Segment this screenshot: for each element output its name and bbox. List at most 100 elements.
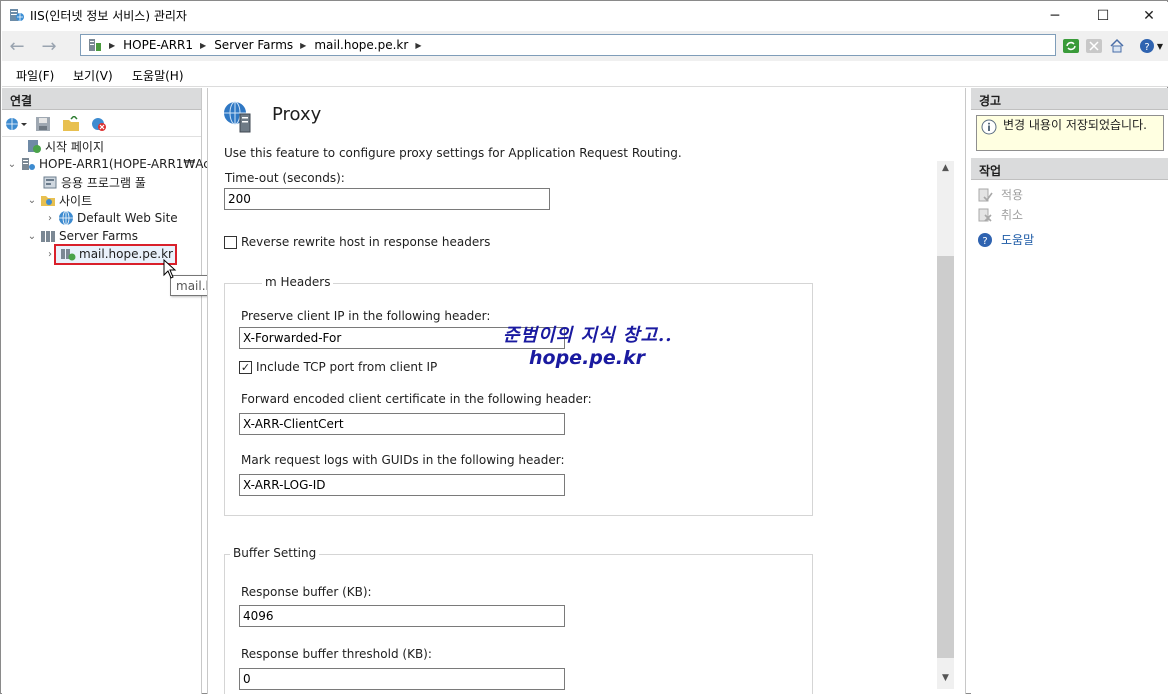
svg-text:?: ? <box>1144 42 1149 53</box>
feature-description: Use this feature to configure proxy sett… <box>224 146 682 160</box>
home-icon[interactable] <box>1108 37 1126 55</box>
tree-item-start-page[interactable]: 시작 페이지 <box>12 137 104 155</box>
help-icon[interactable]: ? ▼ <box>1136 37 1166 55</box>
custom-headers-title: m Headers <box>262 275 334 289</box>
chevron-down-icon[interactable]: ⌄ <box>6 159 18 170</box>
tree-item-server-farms[interactable]: ⌄ Server Farms <box>26 227 138 245</box>
menu-bar: 파일(F) 보기(V) 도움말(H) <box>2 61 1168 87</box>
app-pool-icon <box>43 176 57 189</box>
chevron-down-icon: ▼ <box>1156 41 1164 51</box>
selected-node[interactable]: mail.hope.pe.kr <box>54 243 177 265</box>
breadcrumb-item[interactable]: mail.hope.pe.kr <box>314 38 408 52</box>
include-tcp-checkbox[interactable]: ✓ <box>239 361 252 374</box>
tree-item-label: Default Web Site <box>77 211 178 225</box>
tree-item-label: mail.hope.pe.kr <box>79 247 173 261</box>
scroll-up-icon[interactable]: ▲ <box>937 163 954 177</box>
cancel-action[interactable]: 취소 <box>977 206 1023 223</box>
timeout-label: Time-out (seconds): <box>225 171 345 185</box>
apply-action[interactable]: 적용 <box>977 186 1023 203</box>
actions-header: 작업 <box>971 158 1168 180</box>
checkmark-icon: ✓ <box>240 361 251 374</box>
watermark-line1: 준범이의 지식 창고.. <box>503 325 673 346</box>
tree-item-default-web-site[interactable]: › Default Web Site <box>44 209 178 227</box>
svg-text:?: ? <box>982 236 987 247</box>
save-icon[interactable] <box>35 116 51 132</box>
iis-app-icon <box>10 9 24 21</box>
menu-view[interactable]: 보기(V) <box>73 67 113 84</box>
scroll-down-icon[interactable]: ▼ <box>937 673 954 687</box>
server-farm-icon <box>61 249 76 261</box>
help-action[interactable]: ? 도움말 <box>977 231 1034 248</box>
info-icon <box>981 119 997 135</box>
guid-label: Mark request logs with GUIDs in the foll… <box>241 453 565 467</box>
vertical-scrollbar[interactable]: ▲ ▼ <box>937 161 954 689</box>
actions-pane: 경고 변경 내용이 저장되었습니다. 작업 적용 취소 ? 도움말 <box>971 88 1168 694</box>
response-buffer-input[interactable]: 4096 <box>239 605 565 627</box>
tree-item-app-pools[interactable]: 응용 프로그램 풀 <box>28 173 146 191</box>
preserve-ip-label: Preserve client IP in the following head… <box>241 309 491 323</box>
breadcrumb-item[interactable]: Server Farms <box>214 38 293 52</box>
server-farms-icon <box>41 231 55 242</box>
stop-icon[interactable] <box>1085 37 1103 55</box>
breadcrumb-separator: ▶ <box>200 40 207 50</box>
chevron-down-icon[interactable]: ⌄ <box>26 231 38 242</box>
client-cert-input[interactable]: X-ARR-ClientCert <box>239 413 565 435</box>
include-tcp-label: Include TCP port from client IP <box>256 360 438 374</box>
alerts-header: 경고 <box>971 88 1168 110</box>
apply-icon <box>978 188 993 201</box>
proxy-globe-icon <box>224 101 251 133</box>
breadcrumb-separator: ▶ <box>415 40 422 50</box>
help-label: 도움말 <box>1001 233 1035 247</box>
tree-item-sites[interactable]: ⌄ 사이트 <box>26 191 92 209</box>
globe-icon <box>59 210 73 226</box>
refresh-icon[interactable] <box>1062 37 1080 55</box>
forward-button[interactable]: → <box>37 35 61 57</box>
guid-input[interactable]: X-ARR-LOG-ID <box>239 474 565 496</box>
connections-pane: 연결 시작 페이지 ⌄ HOPE-ARR1(HOPE-ARR1₩Ac 응용 프로… <box>2 88 210 694</box>
app-window: IIS(인터넷 정보 서비스) 관리자 ─ ☐ ✕ ← → ▶ HOPE-ARR… <box>0 0 1168 694</box>
tree-item-mail-farm[interactable]: › mail.hope.pe.kr <box>44 243 177 265</box>
threshold-input[interactable]: 0 <box>239 668 565 690</box>
close-button[interactable]: ✕ <box>1126 2 1168 30</box>
mouse-cursor-icon <box>163 259 177 279</box>
minimize-button[interactable]: ─ <box>1032 2 1078 30</box>
start-page-icon <box>28 140 41 153</box>
window-title: IIS(인터넷 정보 서비스) 관리자 <box>30 9 187 23</box>
page-title: Proxy <box>272 104 322 125</box>
alert-message-box: 변경 내용이 저장되었습니다. <box>976 115 1164 151</box>
threshold-label: Response buffer threshold (KB): <box>241 647 432 661</box>
menu-help[interactable]: 도움말(H) <box>132 67 184 84</box>
folder-up-icon[interactable] <box>62 116 80 132</box>
tree-item-label: 시작 페이지 <box>45 139 105 154</box>
buffer-setting-title: Buffer Setting <box>230 546 320 560</box>
scrollbar-thumb[interactable] <box>937 256 954 658</box>
timeout-input[interactable]: 200 <box>224 188 550 210</box>
reverse-rewrite-label: Reverse rewrite host in response headers <box>241 235 491 249</box>
chevron-right-icon[interactable]: › <box>44 213 56 224</box>
menu-file[interactable]: 파일(F) <box>16 67 54 84</box>
maximize-button[interactable]: ☐ <box>1080 2 1126 30</box>
connect-globe-icon[interactable] <box>5 116 27 132</box>
server-icon <box>89 39 101 51</box>
breadcrumb[interactable]: ▶ HOPE-ARR1 ▶ Server Farms ▶ mail.hope.p… <box>80 34 1056 56</box>
reverse-rewrite-checkbox[interactable] <box>224 236 237 249</box>
chevron-right-icon[interactable]: › <box>44 249 56 260</box>
feature-pane: Proxy Use this feature to configure prox… <box>207 88 966 694</box>
cancel-icon <box>978 208 992 222</box>
tree-item-server[interactable]: ⌄ HOPE-ARR1(HOPE-ARR1₩Ac <box>6 155 210 173</box>
server-icon <box>22 158 35 170</box>
back-button[interactable]: ← <box>5 35 29 57</box>
response-buffer-label: Response buffer (KB): <box>241 585 372 599</box>
tree-item-label: 사이트 <box>59 193 93 208</box>
title-bar: IIS(인터넷 정보 서비스) 관리자 ─ ☐ ✕ <box>2 2 1168 31</box>
help-icon: ? <box>978 232 992 247</box>
watermark-line2: hope.pe.kr <box>529 347 645 369</box>
breadcrumb-item[interactable]: HOPE-ARR1 <box>123 38 193 52</box>
breadcrumb-separator: ▶ <box>109 40 116 50</box>
sites-folder-icon <box>41 196 55 206</box>
disconnect-icon[interactable] <box>90 116 108 132</box>
tree-item-label: 응용 프로그램 풀 <box>61 175 146 190</box>
chevron-down-icon[interactable]: ⌄ <box>26 195 38 206</box>
tree-item-label: HOPE-ARR1(HOPE-ARR1₩Ac <box>39 157 210 171</box>
client-cert-label: Forward encoded client certificate in th… <box>241 392 592 406</box>
